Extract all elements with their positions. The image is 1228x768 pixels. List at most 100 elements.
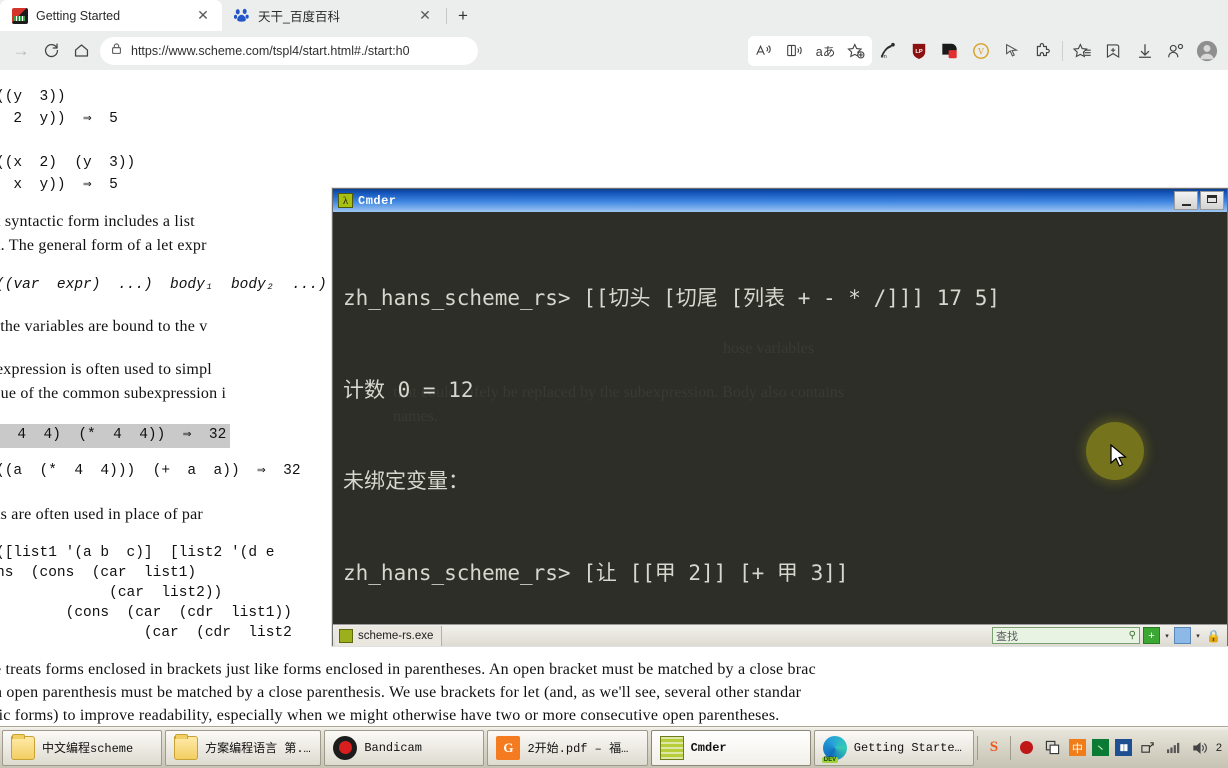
- tray-divider: [1009, 735, 1011, 760]
- pdf-icon: G: [496, 735, 521, 760]
- adblock-icon[interactable]: [934, 36, 965, 66]
- browser-tab-baidu[interactable]: 天干_百度百科 ✕: [222, 0, 444, 31]
- search-icon: ⚲: [1128, 630, 1136, 641]
- add-favorite-icon[interactable]: [841, 36, 872, 66]
- terminal-search-placeholder: 查找: [996, 630, 1018, 643]
- paragraph-text: t. The general form of a let expr: [0, 237, 207, 254]
- taskbar-clock[interactable]: 2: [1216, 742, 1222, 754]
- volume-icon[interactable]: [1190, 738, 1210, 758]
- snip-icon[interactable]: [996, 36, 1027, 66]
- folder-icon: [174, 733, 199, 760]
- browser-tabstrip: Getting Started ✕ 天干_百度百科 ✕ +: [0, 0, 1228, 31]
- toolbar-divider: [1062, 40, 1063, 61]
- address-bar-url: https://www.scheme.com/tspl4/start.html#…: [131, 43, 410, 58]
- taskbar-item-bandicam[interactable]: Bandicam: [324, 729, 485, 766]
- system-tray: S 中 丶 ▮▮ 2: [976, 729, 1228, 766]
- lock-icon[interactable]: 🔒: [1205, 627, 1222, 644]
- code-line: 2 y)) ⇒ 5: [0, 111, 118, 127]
- cmder-window[interactable]: λ Cmder hose variables that could safely…: [332, 188, 1228, 646]
- cmder-icon: [659, 735, 684, 760]
- grammarly-icon[interactable]: en: [872, 36, 903, 66]
- extensions-icon[interactable]: [1027, 36, 1058, 66]
- window-controls[interactable]: [1174, 191, 1225, 210]
- address-bar[interactable]: https://www.scheme.com/tspl4/start.html#…: [100, 36, 478, 65]
- paragraph-text: tic forms) to improve readability, espec…: [0, 707, 780, 724]
- cmder-titlebar[interactable]: λ Cmder: [333, 189, 1227, 212]
- reader-tools-group: aあ: [748, 35, 872, 66]
- panel-chevron-down-icon[interactable]: ▾: [1194, 632, 1202, 640]
- new-tab-button[interactable]: +: [449, 2, 477, 30]
- tab-divider: [446, 7, 447, 24]
- taskbar-item-chinese-scheme[interactable]: 中文编程scheme: [2, 729, 163, 766]
- taskbar-item-cmder[interactable]: Cmder: [650, 729, 811, 766]
- code-line-highlighted: 4 4) (* 4 4)) ⇒ 32: [0, 424, 231, 448]
- paragraph-text: expression is often used to simpl: [0, 361, 212, 378]
- taskbar-label: 方案编程语言 第...: [205, 742, 313, 756]
- taskbar-item-scheme-lang[interactable]: 方案编程语言 第...: [165, 729, 322, 766]
- vimium-icon[interactable]: V: [965, 36, 996, 66]
- reload-icon[interactable]: [36, 36, 66, 66]
- taskbar-item-edge[interactable]: Getting Started ...: [813, 729, 974, 766]
- paragraph-text: t syntactic form includes a list: [0, 213, 195, 230]
- paragraph-text: e treats forms enclosed in brackets just…: [0, 661, 816, 678]
- code-line: ([list1 '(a b c)] [list2 '(d e: [0, 545, 275, 561]
- mouse-cursor-icon: [1110, 444, 1128, 467]
- account-avatar[interactable]: [1191, 36, 1222, 66]
- ime-fullwidth-icon[interactable]: ▮▮: [1114, 739, 1132, 756]
- taskbar-label: Getting Started ...: [853, 740, 965, 755]
- lastpass-icon[interactable]: LP: [903, 36, 934, 66]
- forward-icon[interactable]: →: [6, 36, 36, 66]
- taskbar-item-pdf[interactable]: G 2开始.pdf – 福昕...: [487, 729, 648, 766]
- paragraph-text: lue of the common subexpression i: [0, 385, 227, 402]
- profile-split-icon[interactable]: [1160, 36, 1191, 66]
- code-line: (car list2)): [0, 585, 223, 601]
- browser-navbar: → https://www.scheme.com/tspl4/start.htm…: [0, 31, 1228, 70]
- home-icon[interactable]: [66, 36, 96, 66]
- edge-dev-icon: [821, 735, 847, 763]
- ime-toolbox-icon[interactable]: [1138, 738, 1158, 758]
- code-line: ((var expr) ...) body₁ body₂ ...): [0, 277, 327, 293]
- terminal-line: zh_hans_scheme_rs> [[切头 [切尾 [列表 + - * /]…: [343, 286, 1001, 310]
- translate-icon[interactable]: aあ: [810, 36, 841, 66]
- cmder-statusbar[interactable]: scheme-rs.exe 查找 ⚲ + ▾ ▾ 🔒: [333, 624, 1227, 646]
- cmder-window-title: Cmder: [358, 193, 397, 208]
- collections-icon[interactable]: [1067, 36, 1098, 66]
- ime-chinese-icon[interactable]: 中: [1068, 739, 1086, 756]
- maximize-button[interactable]: [1200, 191, 1224, 210]
- taskbar-label: 中文编程scheme: [42, 742, 134, 756]
- panel-toggle-button[interactable]: [1174, 627, 1191, 644]
- new-tab-chevron-down-icon[interactable]: ▾: [1163, 632, 1171, 640]
- code-line: ns (cons (car list1): [0, 565, 197, 581]
- sogou-icon[interactable]: S: [984, 738, 1004, 758]
- terminal-output-area[interactable]: hose variables that could safely be repl…: [333, 212, 1227, 624]
- copy-icon[interactable]: [1043, 738, 1063, 758]
- tab-title: 天干_百度百科: [258, 10, 340, 24]
- browser-tab-getting-started[interactable]: Getting Started ✕: [0, 0, 222, 31]
- paragraph-text: n open parenthesis must be matched by a …: [0, 684, 802, 701]
- immersive-reader-icon[interactable]: [779, 36, 810, 66]
- downloads-icon[interactable]: [1129, 36, 1160, 66]
- tab-favicon-baidu-icon: [233, 7, 250, 24]
- tab-favicon-mz-icon: [11, 7, 28, 24]
- taskbar-label: 2开始.pdf – 福昕...: [527, 742, 638, 756]
- terminal-line: 计数 0 = 12: [343, 377, 474, 402]
- tab-close-icon[interactable]: ✕: [414, 5, 436, 27]
- taskbar-label: Bandicam: [364, 740, 422, 755]
- screen-root: ((y 3)) 2 y)) ⇒ 5 ((x 2) (y 3)) x y)) ⇒ …: [0, 0, 1228, 768]
- code-line: ((a (* 4 4))) (+ a a)) ⇒ 32: [0, 463, 301, 479]
- terminal-tab-label: scheme-rs.exe: [358, 629, 434, 642]
- terminal-tab-icon: [339, 628, 353, 643]
- read-aloud-icon[interactable]: [748, 36, 779, 66]
- signal-icon[interactable]: [1164, 738, 1184, 758]
- terminal-search-input[interactable]: 查找 ⚲: [992, 627, 1140, 644]
- favorites-icon[interactable]: [1098, 36, 1129, 66]
- tray-divider: [976, 735, 978, 760]
- record-dot-icon[interactable]: [1017, 738, 1037, 758]
- new-terminal-tab-button[interactable]: +: [1143, 627, 1160, 644]
- ime-s-icon[interactable]: 丶: [1091, 739, 1109, 756]
- tab-close-icon[interactable]: ✕: [192, 5, 214, 27]
- paragraph-text: ts are often used in place of par: [0, 506, 203, 523]
- terminal-tab-scheme-rs[interactable]: scheme-rs.exe: [335, 625, 443, 646]
- svg-text:en: en: [880, 54, 886, 60]
- minimize-button[interactable]: [1174, 191, 1198, 210]
